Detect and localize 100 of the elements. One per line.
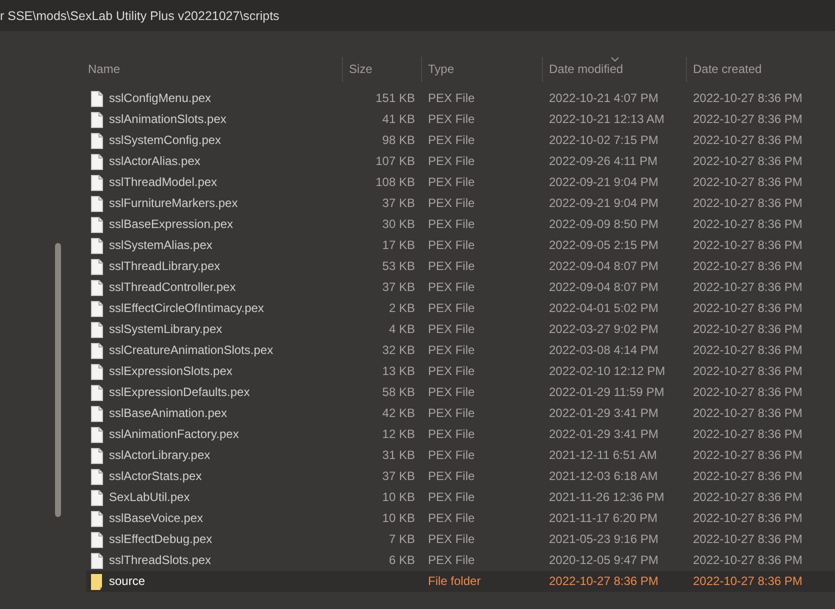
document-icon — [91, 280, 103, 296]
file-row[interactable]: sslCreatureAnimationSlots.pex 32 KB PEX File 2022-03-08 4:14 PM 2022-10-27 8:36 PM — [86, 340, 835, 361]
file-size: 10 KB — [382, 511, 415, 525]
file-name: sslExpressionSlots.pex — [109, 363, 232, 380]
file-row[interactable]: sslBaseAnimation.pex 42 KB PEX File 2022-01-29 3:41 PM 2022-10-27 8:36 PM — [86, 403, 835, 424]
file-name: sslActorStats.pex — [109, 468, 202, 485]
folder-icon — [91, 574, 103, 590]
document-icon — [91, 552, 103, 568]
file-name: source — [109, 573, 146, 590]
column-header[interactable]: Name — [86, 57, 342, 82]
file-size: 37 KB — [382, 280, 415, 294]
document-icon — [91, 132, 103, 148]
file-name: sslAnimationFactory.pex — [109, 426, 239, 443]
date-created: 2022-10-27 8:36 PM — [693, 364, 802, 378]
document-icon — [91, 258, 103, 274]
file-size: 98 KB — [382, 133, 415, 147]
date-created: 2022-10-27 8:36 PM — [693, 196, 802, 210]
file-row[interactable]: sslActorStats.pex 37 KB PEX File 2021-12-03 6:18 AM 2022-10-27 8:36 PM — [86, 466, 835, 487]
file-row[interactable]: sslAnimationFactory.pex 12 KB PEX File 2022-01-29 3:41 PM 2022-10-27 8:36 PM — [86, 424, 835, 445]
file-row[interactable]: sslThreadModel.pex 108 KB PEX File 2022-09-21 9:04 PM 2022-10-27 8:36 PM — [86, 172, 835, 193]
file-name: sslAnimationSlots.pex — [109, 111, 226, 128]
date-modified: 2021-05-23 9:16 PM — [549, 532, 658, 546]
file-row[interactable]: sslSystemConfig.pex 98 KB PEX File 2022-10-02 7:15 PM 2022-10-27 8:36 PM — [86, 130, 835, 151]
column-header[interactable]: Size — [342, 57, 421, 82]
document-icon — [91, 384, 103, 400]
file-name: sslExpressionDefaults.pex — [109, 384, 250, 401]
date-created: 2022-10-27 8:36 PM — [693, 385, 802, 399]
file-row[interactable]: sslSystemLibrary.pex 4 KB PEX File 2022-03-27 9:02 PM 2022-10-27 8:36 PM — [86, 319, 835, 340]
date-modified: 2022-01-29 11:59 PM — [549, 385, 664, 399]
file-size: 58 KB — [382, 385, 415, 399]
document-icon — [91, 448, 103, 464]
file-row[interactable]: sslExpressionSlots.pex 13 KB PEX File 2022-02-10 12:12 PM 2022-10-27 8:36 PM — [86, 361, 835, 382]
date-created: 2022-10-27 8:36 PM — [693, 133, 802, 147]
date-modified: 2022-02-10 12:12 PM — [549, 364, 666, 378]
date-modified: 2022-09-09 8:50 PM — [549, 217, 658, 231]
date-created: 2022-10-27 8:36 PM — [693, 322, 802, 336]
file-type: File folder — [428, 574, 481, 588]
date-modified: 2022-03-27 9:02 PM — [549, 322, 658, 336]
date-created: 2022-10-27 8:36 PM — [693, 259, 802, 273]
date-created: 2022-10-27 8:36 PM — [693, 217, 802, 231]
file-size: 17 KB — [382, 238, 415, 252]
column-header[interactable]: Date created — [686, 57, 835, 82]
file-row[interactable]: sslThreadLibrary.pex 53 KB PEX File 2022-09-04 8:07 PM 2022-10-27 8:36 PM — [86, 256, 835, 277]
file-name: sslThreadController.pex — [109, 279, 236, 296]
file-row[interactable]: sslThreadController.pex 37 KB PEX File 2022-09-04 8:07 PM 2022-10-27 8:36 PM — [86, 277, 835, 298]
document-icon — [91, 216, 103, 232]
file-type: PEX File — [428, 322, 475, 336]
document-icon — [91, 490, 103, 506]
date-created: 2022-10-27 8:36 PM — [693, 343, 802, 357]
document-icon — [91, 532, 103, 548]
file-name: sslThreadSlots.pex — [109, 552, 212, 569]
date-created: 2022-10-27 8:36 PM — [693, 532, 802, 546]
file-type: PEX File — [428, 553, 475, 567]
address-field[interactable]: r SSE\mods\SexLab Utility Plus v20221027\scripts — [0, 0, 835, 31]
file-row[interactable]: sslBaseExpression.pex 30 KB PEX File 2022-09-09 8:50 PM 2022-10-27 8:36 PM — [86, 214, 835, 235]
date-modified: 2021-11-17 6:20 PM — [549, 511, 658, 525]
date-modified: 2022-01-29 3:41 PM — [549, 406, 658, 420]
file-row[interactable]: sslFurnitureMarkers.pex 37 KB PEX File 2022-09-21 9:04 PM 2022-10-27 8:36 PM — [86, 193, 835, 214]
scrollbar-thumb[interactable] — [55, 243, 61, 517]
date-created: 2022-10-27 8:36 PM — [693, 154, 802, 168]
file-size: 41 KB — [382, 112, 415, 126]
file-type: PEX File — [428, 448, 475, 462]
file-type: PEX File — [428, 91, 475, 105]
file-row[interactable]: sslConfigMenu.pex 151 KB PEX File 2022-10-21 4:07 PM 2022-10-27 8:36 PM — [86, 88, 835, 109]
file-size: 32 KB — [382, 343, 415, 357]
file-type: PEX File — [428, 112, 475, 126]
date-modified: 2022-09-26 4:11 PM — [549, 154, 658, 168]
column-header[interactable]: Date modified — [542, 57, 686, 82]
file-row[interactable]: sslBaseVoice.pex 10 KB PEX File 2021-11-17 6:20 PM 2022-10-27 8:36 PM — [86, 508, 835, 529]
file-size: 31 KB — [382, 448, 415, 462]
file-size: 53 KB — [382, 259, 415, 273]
date-modified: 2022-09-04 8:07 PM — [549, 280, 658, 294]
file-name: sslBaseVoice.pex — [109, 510, 204, 527]
file-size: 37 KB — [382, 196, 415, 210]
date-created: 2022-10-27 8:36 PM — [693, 280, 802, 294]
file-row[interactable]: sslAnimationSlots.pex 41 KB PEX File 2022-10-21 12:13 AM 2022-10-27 8:36 PM — [86, 109, 835, 130]
file-row[interactable]: sslActorAlias.pex 107 KB PEX File 2022-09-26 4:11 PM 2022-10-27 8:36 PM — [86, 151, 835, 172]
file-type: PEX File — [428, 154, 475, 168]
column-header[interactable]: Type — [421, 57, 542, 82]
date-modified: 2021-12-11 6:51 AM — [549, 448, 657, 462]
file-row[interactable]: sslSystemAlias.pex 17 KB PEX File 2022-09-05 2:15 PM 2022-10-27 8:36 PM — [86, 235, 835, 256]
file-type: PEX File — [428, 385, 475, 399]
file-size: 12 KB — [382, 427, 415, 441]
file-name: sslBaseExpression.pex — [109, 216, 234, 233]
file-row[interactable]: SexLabUtil.pex 10 KB PEX File 2021-11-26 12:36 PM 2022-10-27 8:36 PM — [86, 487, 835, 508]
date-created: 2022-10-27 8:36 PM — [693, 427, 802, 441]
date-created: 2022-10-27 8:36 PM — [693, 406, 802, 420]
date-modified: 2022-03-08 4:14 PM — [549, 343, 658, 357]
file-row[interactable]: sslExpressionDefaults.pex 58 KB PEX File 2022-01-29 11:59 PM 2022-10-27 8:36 PM — [86, 382, 835, 403]
file-type: PEX File — [428, 511, 475, 525]
file-name: sslActorLibrary.pex — [109, 447, 210, 464]
file-name: SexLabUtil.pex — [109, 489, 190, 506]
file-row[interactable]: sslEffectCircleOfIntimacy.pex 2 KB PEX File 2022-04-01 5:02 PM 2022-10-27 8:36 PM — [86, 298, 835, 319]
file-size: 107 KB — [376, 154, 415, 168]
file-row[interactable]: sslActorLibrary.pex 31 KB PEX File 2021-12-11 6:51 AM 2022-10-27 8:36 PM — [86, 445, 835, 466]
file-type: PEX File — [428, 406, 475, 420]
file-name: sslEffectDebug.pex — [109, 531, 212, 548]
file-row[interactable]: sslEffectDebug.pex 7 KB PEX File 2021-05-23 9:16 PM 2022-10-27 8:36 PM — [86, 529, 835, 550]
folder-row[interactable]: source File folder 2022-10-27 8:36 PM 2022-10-27 8:36 PM — [86, 571, 835, 592]
file-row[interactable]: sslThreadSlots.pex 6 KB PEX File 2020-12-05 9:47 PM 2022-10-27 8:36 PM — [86, 550, 835, 571]
